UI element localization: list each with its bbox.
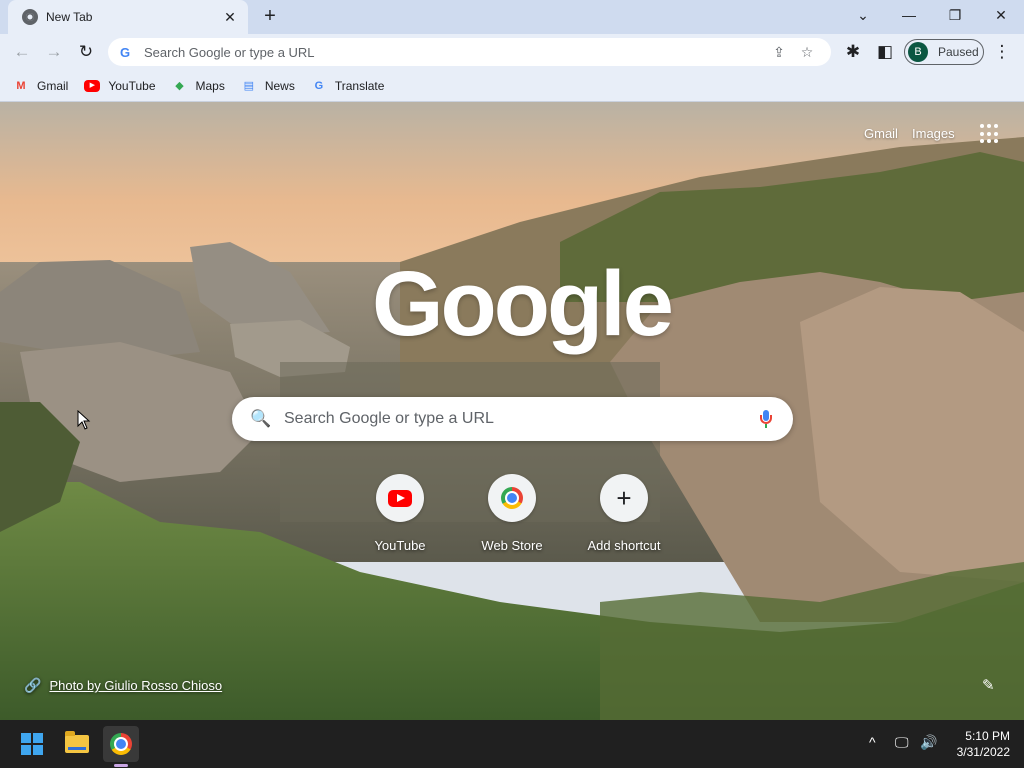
address-bar[interactable]: G Search Google or type a URL ⇪ ☆ (108, 38, 831, 66)
gmail-link[interactable]: Gmail (864, 126, 898, 141)
chrome-favicon-icon (22, 9, 38, 25)
web-store-icon (488, 474, 536, 522)
profile-status: Paused (938, 45, 979, 59)
restore-button[interactable]: ❐ (932, 0, 978, 30)
clock-time: 5:10 PM (965, 729, 1010, 743)
reload-icon[interactable]: ↻ (72, 38, 100, 66)
minimize-button[interactable]: — (886, 0, 932, 30)
new-tab-page: Gmail Images Google 🔍 Search Google or t… (0, 102, 1024, 720)
bookmark-news[interactable]: ▤ News (241, 78, 295, 94)
profile-button[interactable]: B Paused (904, 39, 984, 65)
bookmarks-bar: M Gmail ▶ YouTube ◆ Maps ▤ News G Transl… (0, 70, 1024, 102)
avatar: B (908, 42, 928, 62)
close-window-button[interactable]: ✕ (978, 0, 1024, 30)
volume-icon[interactable]: 🔊 (920, 734, 937, 751)
maps-icon: ◆ (175, 79, 184, 92)
windows-logo-icon (21, 733, 43, 755)
youtube-icon: ▶ (84, 79, 101, 92)
tab-search-chevron-down-icon[interactable]: ⌄ (840, 0, 886, 30)
gmail-icon: M (16, 79, 26, 92)
bookmark-translate[interactable]: G Translate (311, 78, 385, 94)
news-icon: ▤ (243, 79, 255, 92)
shortcut-label: Web Store (481, 538, 543, 553)
clock-date: 3/31/2022 (956, 745, 1010, 759)
taskbar-clock[interactable]: 5:10 PM 3/31/2022 (944, 728, 1010, 760)
bookmark-youtube[interactable]: ▶ YouTube (84, 78, 156, 93)
bookmark-label: Translate (334, 78, 385, 93)
bookmark-maps[interactable]: ◆ Maps (172, 78, 225, 94)
new-tab-button[interactable]: + (256, 4, 284, 30)
customize-pencil-icon[interactable]: ✎ (982, 676, 995, 694)
add-shortcut-button[interactable]: + Add shortcut (568, 474, 680, 553)
share-icon[interactable]: ⇪ (765, 44, 793, 61)
search-placeholder: Search Google or type a URL (284, 410, 494, 427)
shortcut-web-store[interactable]: Web Store (456, 474, 568, 553)
side-panel-icon[interactable]: ◧ (871, 38, 899, 66)
microphone-icon[interactable] (759, 409, 773, 429)
google-g-icon: G (120, 44, 131, 60)
google-apps-grid-icon[interactable] (980, 124, 1000, 144)
active-app-indicator (114, 764, 128, 767)
bookmark-label: Gmail (37, 78, 69, 93)
tab-close-icon[interactable]: ✕ (222, 9, 238, 25)
browser-toolbar: ← → ↻ G Search Google or type a URL ⇪ ☆ … (0, 34, 1024, 70)
bookmark-label: News (264, 78, 295, 93)
title-bar: New Tab ✕ + ⌄ — ❐ ✕ (0, 0, 1024, 34)
translate-icon: G (314, 79, 324, 92)
bookmark-label: Maps (195, 78, 225, 93)
tray-chevron-up-icon[interactable]: ^ (869, 734, 876, 750)
bookmark-star-icon[interactable]: ☆ (793, 44, 821, 61)
shortcut-label: YouTube (374, 538, 426, 553)
chrome-menu-icon[interactable]: ⋮ (988, 38, 1016, 66)
photo-credit-text: Photo by Giulio Rosso Chioso (49, 678, 223, 693)
tab-new-tab[interactable]: New Tab ✕ (8, 0, 248, 34)
forward-arrow-icon[interactable]: → (40, 38, 68, 66)
tab-title: New Tab (46, 10, 93, 24)
address-bar-placeholder: Search Google or type a URL (144, 44, 315, 60)
start-button[interactable] (14, 726, 50, 762)
chrome-icon (110, 733, 132, 755)
shortcut-youtube[interactable]: YouTube (344, 474, 456, 553)
extensions-puzzle-icon[interactable]: ✱ (839, 38, 867, 66)
shortcut-label: Add shortcut (587, 538, 661, 553)
bookmark-gmail[interactable]: M Gmail (13, 78, 68, 94)
folder-icon (65, 731, 89, 753)
youtube-icon (376, 474, 424, 522)
images-link[interactable]: Images (912, 126, 955, 141)
taskbar-chrome[interactable] (103, 726, 139, 762)
bookmark-label: YouTube (108, 78, 156, 93)
ntp-search-box[interactable]: 🔍 Search Google or type a URL (232, 397, 793, 441)
network-icon[interactable]: 🖵 (895, 734, 909, 751)
photo-credit-link[interactable]: 🔗 Photo by Giulio Rosso Chioso (24, 677, 222, 694)
mouse-cursor-icon (77, 410, 91, 430)
taskbar-file-explorer[interactable] (59, 726, 95, 762)
google-logo: Google (372, 253, 674, 355)
plus-icon: + (600, 474, 648, 522)
search-icon: 🔍 (250, 409, 272, 428)
back-arrow-icon[interactable]: ← (8, 38, 36, 66)
link-icon: 🔗 (24, 677, 42, 693)
